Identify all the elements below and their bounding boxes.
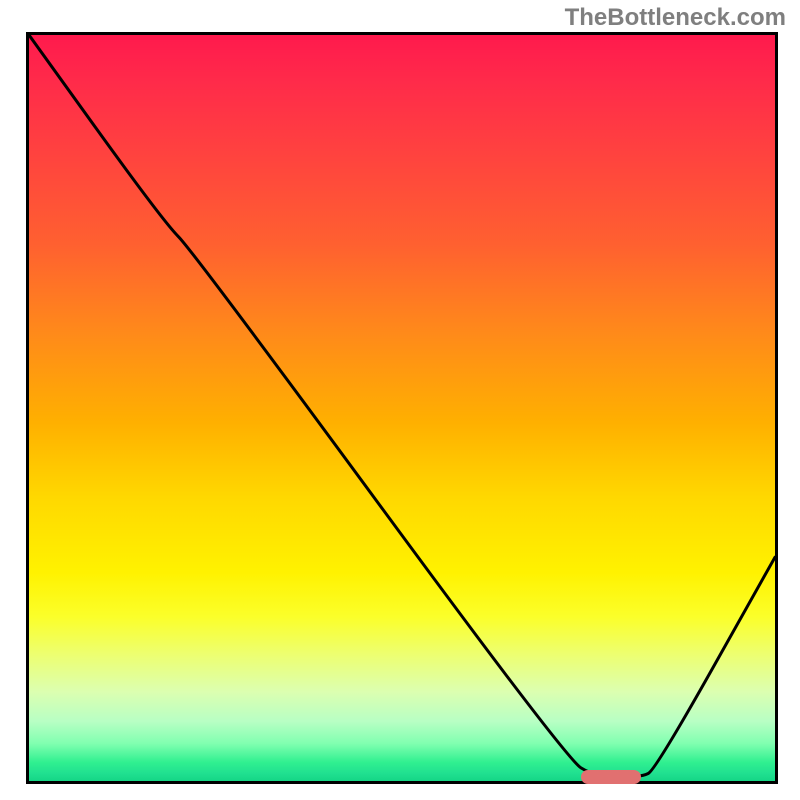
chart-plot-area bbox=[26, 32, 778, 784]
optimal-range-marker bbox=[581, 770, 641, 784]
bottleneck-curve bbox=[29, 35, 775, 781]
watermark-text: TheBottleneck.com bbox=[565, 4, 786, 32]
